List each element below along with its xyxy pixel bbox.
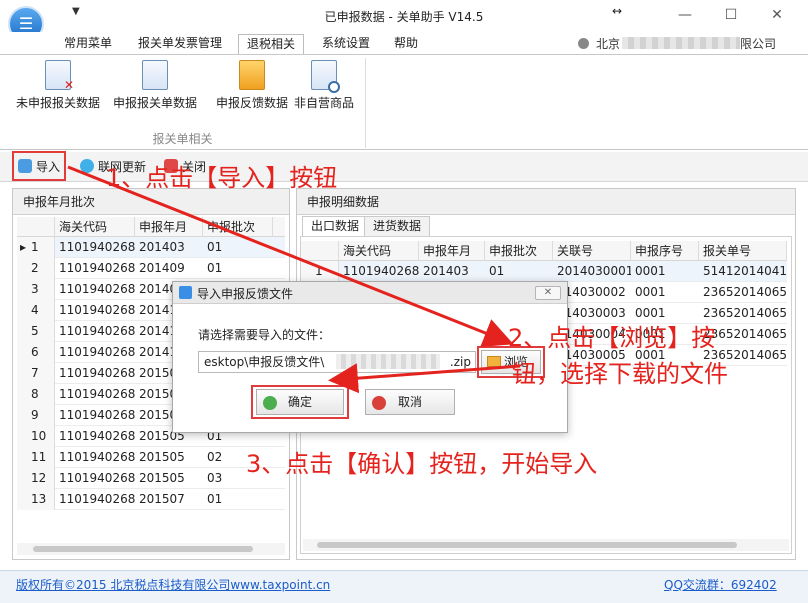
annotation-step1: 1、点击【导入】按钮: [106, 164, 338, 192]
copyright-link[interactable]: 版权所有©2015 北京税点科技有限公司www.taxpoint.cn: [16, 576, 330, 593]
annotation-step2-line2: 钮，选择下载的文件: [512, 360, 728, 388]
arrow-step2: [328, 363, 521, 394]
annotation-step3: 3、点击【确认】按钮，开始导入: [246, 450, 598, 478]
annotation-arrows: [67, 165, 521, 394]
arrow-step1: [67, 165, 514, 348]
qq-group-link[interactable]: QQ交流群：692402: [664, 576, 777, 593]
annotation-step2-line1: 2、点击【浏览】按: [508, 324, 716, 352]
